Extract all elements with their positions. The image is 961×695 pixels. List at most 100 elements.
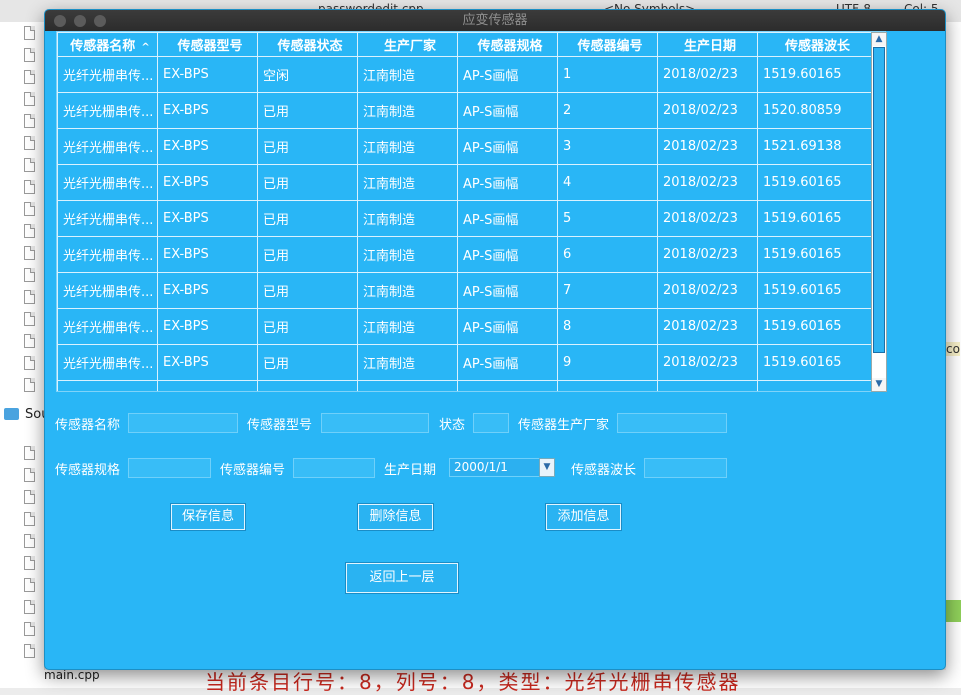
sensor-spec-input[interactable] bbox=[128, 458, 211, 478]
folder-icon[interactable] bbox=[4, 408, 19, 420]
file-icon[interactable] bbox=[24, 622, 35, 636]
file-icon[interactable] bbox=[24, 202, 35, 216]
file-icon[interactable] bbox=[24, 224, 35, 238]
sensor-wavelength-input[interactable] bbox=[644, 458, 727, 478]
file-icon[interactable] bbox=[24, 534, 35, 548]
file-icon[interactable] bbox=[24, 70, 35, 84]
file-icon[interactable] bbox=[24, 268, 35, 282]
cell-name[interactable]: 光纤光栅串传... bbox=[57, 344, 158, 381]
sensor-model-input[interactable] bbox=[321, 413, 429, 433]
scroll-up-icon[interactable]: ▲ bbox=[872, 33, 886, 46]
file-icon[interactable] bbox=[24, 468, 35, 482]
cell-number[interactable]: 6 bbox=[557, 236, 658, 273]
cell-model[interactable]: EX-BPS bbox=[157, 164, 258, 201]
cell-date[interactable]: 2018/02/23 bbox=[657, 308, 758, 345]
file-icon[interactable] bbox=[24, 114, 35, 128]
sensor-name-input[interactable] bbox=[128, 413, 238, 433]
cell-date[interactable]: 2018/02/23 bbox=[657, 236, 758, 273]
save-button[interactable]: 保存信息 bbox=[171, 504, 245, 530]
cell-number[interactable] bbox=[557, 380, 658, 391]
cell-spec[interactable]: AP-S画幅 bbox=[457, 308, 558, 345]
cell-spec[interactable] bbox=[457, 380, 558, 391]
cell-maker[interactable]: 江南制造 bbox=[357, 56, 458, 93]
sensor-maker-input[interactable] bbox=[617, 413, 727, 433]
add-button[interactable]: 添加信息 bbox=[546, 504, 621, 530]
cell-date[interactable]: 2018/02/23 bbox=[657, 128, 758, 165]
cell-maker[interactable]: 江南制造 bbox=[357, 236, 458, 273]
cell-number[interactable]: 9 bbox=[557, 344, 658, 381]
cell-model[interactable]: EX-BPS bbox=[157, 92, 258, 129]
file-icon[interactable] bbox=[24, 490, 35, 504]
close-window-button[interactable] bbox=[54, 15, 66, 27]
cell-name[interactable]: 光纤光栅串传... bbox=[57, 128, 158, 165]
col-header-number[interactable]: 传感器编号 bbox=[557, 32, 658, 57]
cell-status[interactable]: 已用 bbox=[257, 164, 358, 201]
scrollbar-thumb[interactable] bbox=[873, 47, 885, 353]
cell-maker[interactable]: 江南制造 bbox=[357, 164, 458, 201]
table-row[interactable]: 光纤光栅串传... EX-BPS 已用 江南制造 AP-S画幅 8 2018/02/23 15… bbox=[57, 308, 873, 345]
file-icon[interactable] bbox=[24, 92, 35, 106]
cell-date[interactable]: 2018/02/23 bbox=[657, 344, 758, 381]
table-row[interactable]: 光纤光栅串传... EX-BPS 已用 江南制造 AP-S画幅 6 2018/02/23 15… bbox=[57, 236, 873, 273]
date-dropdown-icon[interactable]: ▼ bbox=[539, 458, 555, 477]
file-icon[interactable] bbox=[24, 48, 35, 62]
sensor-table[interactable]: 传感器名称 ^ 传感器型号 传感器状态 生产厂家 传感器规格 传感器编号 生产日期… bbox=[56, 31, 886, 392]
cell-name[interactable]: 光纤光栅串传... bbox=[57, 164, 158, 201]
col-header-maker[interactable]: 生产厂家 bbox=[357, 32, 458, 57]
cell-date[interactable]: 2018/02/23 bbox=[657, 56, 758, 93]
file-icon[interactable] bbox=[24, 512, 35, 526]
table-row[interactable]: 光纤光栅串传... EX-BPS 已用 江南制造 AP-S画幅 2 2018/02/23 15… bbox=[57, 92, 873, 129]
cell-model[interactable] bbox=[157, 380, 258, 391]
file-icon[interactable] bbox=[24, 158, 35, 172]
cell-model[interactable]: EX-BPS bbox=[157, 344, 258, 381]
cell-maker[interactable]: 江南制造 bbox=[357, 128, 458, 165]
sensor-status-input[interactable] bbox=[473, 413, 509, 433]
cell-maker[interactable]: 江南制造 bbox=[357, 92, 458, 129]
cell-wavelength[interactable] bbox=[757, 380, 873, 391]
cell-wavelength[interactable]: 1519.60165 bbox=[757, 164, 873, 201]
cell-spec[interactable]: AP-S画幅 bbox=[457, 200, 558, 237]
cell-date[interactable] bbox=[657, 380, 758, 391]
cell-name[interactable]: 光纤光栅串传... bbox=[57, 92, 158, 129]
cell-status[interactable]: 已用 bbox=[257, 236, 358, 273]
cell-spec[interactable]: AP-S画幅 bbox=[457, 164, 558, 201]
cell-name[interactable]: 光纤光栅串传... bbox=[57, 236, 158, 273]
table-row[interactable]: 光纤光栅串传... EX-BPS 已用 江南制造 AP-S画幅 7 2018/02/23 15… bbox=[57, 272, 873, 309]
cell-name[interactable]: 光纤光栅串传... bbox=[57, 56, 158, 93]
cell-maker[interactable]: 江南制造 bbox=[357, 344, 458, 381]
table-row[interactable]: 光纤光栅串传... EX-BPS 空闲 江南制造 AP-S画幅 1 2018/02/23 15… bbox=[57, 56, 873, 93]
cell-status[interactable]: 已用 bbox=[257, 344, 358, 381]
cell-maker[interactable] bbox=[357, 380, 458, 391]
cell-name[interactable]: 光纤光栅串传... bbox=[57, 308, 158, 345]
cell-model[interactable]: EX-BPS bbox=[157, 308, 258, 345]
file-icon[interactable] bbox=[24, 136, 35, 150]
minimize-window-button[interactable] bbox=[74, 15, 86, 27]
cell-name[interactable]: 光纤光栅串传... bbox=[57, 272, 158, 309]
col-header-status[interactable]: 传感器状态 bbox=[257, 32, 358, 57]
cell-spec[interactable]: AP-S画幅 bbox=[457, 272, 558, 309]
cell-status[interactable]: 空闲 bbox=[257, 56, 358, 93]
file-icon[interactable] bbox=[24, 334, 35, 348]
cell-name[interactable]: 光纤光栅串传... bbox=[57, 200, 158, 237]
file-icon[interactable] bbox=[24, 446, 35, 460]
cell-spec[interactable]: AP-S画幅 bbox=[457, 128, 558, 165]
col-header-model[interactable]: 传感器型号 bbox=[157, 32, 258, 57]
file-icon[interactable] bbox=[24, 246, 35, 260]
cell-wavelength[interactable]: 1520.80859 bbox=[757, 92, 873, 129]
cell-number[interactable]: 8 bbox=[557, 308, 658, 345]
cell-number[interactable]: 1 bbox=[557, 56, 658, 93]
table-row[interactable]: 光纤光栅串传... EX-BPS 已用 江南制造 AP-S画幅 9 2018/02/23 15… bbox=[57, 344, 873, 381]
cell-date[interactable]: 2018/02/23 bbox=[657, 200, 758, 237]
cell-number[interactable]: 7 bbox=[557, 272, 658, 309]
cell-status[interactable]: 已用 bbox=[257, 200, 358, 237]
file-icon[interactable] bbox=[24, 290, 35, 304]
file-main-cpp[interactable]: main.cpp bbox=[44, 668, 100, 682]
cell-number[interactable]: 3 bbox=[557, 128, 658, 165]
cell-maker[interactable]: 江南制造 bbox=[357, 200, 458, 237]
cell-wavelength[interactable]: 1519.60165 bbox=[757, 200, 873, 237]
cell-status[interactable]: 已用 bbox=[257, 308, 358, 345]
cell-number[interactable]: 4 bbox=[557, 164, 658, 201]
cell-wavelength[interactable]: 1519.60165 bbox=[757, 344, 873, 381]
table-vertical-scrollbar[interactable]: ▲ ▼ bbox=[871, 32, 887, 392]
cell-status[interactable] bbox=[257, 380, 358, 391]
